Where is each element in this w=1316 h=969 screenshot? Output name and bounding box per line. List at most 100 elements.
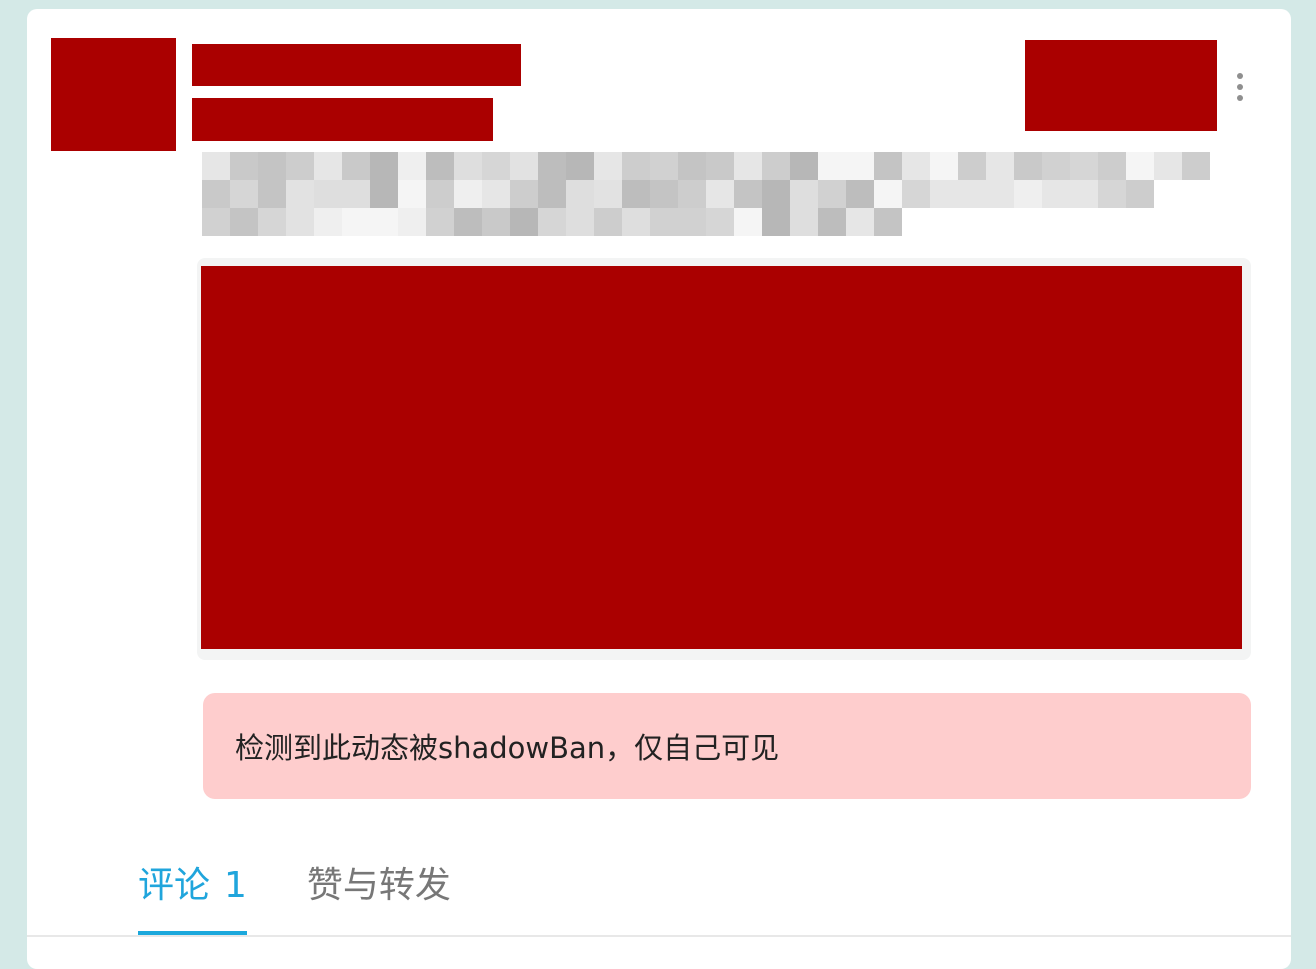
pixel-block [1098,152,1126,180]
pixel-block [622,152,650,180]
pixel-block [790,180,818,208]
pixel-block [258,208,286,236]
more-dot [1237,84,1243,90]
pixel-block [454,180,482,208]
pixel-block [678,180,706,208]
pixel-block [314,180,342,208]
pixel-block [734,180,762,208]
pixel-block [846,208,874,236]
pixel-block [1154,152,1182,180]
tab-likes-reposts[interactable]: 赞与转发 [307,857,451,935]
pixel-block [1014,180,1042,208]
pixel-block [874,180,902,208]
tab-comments[interactable]: 评论 1 [138,857,247,935]
pixel-block [1042,180,1070,208]
pixel-block [622,208,650,236]
pixel-block [426,152,454,180]
pixel-block [566,152,594,180]
avatar[interactable] [51,38,176,151]
more-options-button[interactable] [1230,67,1250,107]
pixel-block [398,152,426,180]
pixel-block [426,180,454,208]
pixel-block [790,208,818,236]
pixel-block [510,208,538,236]
shadowban-notice-text: 检测到此动态被shadowBan，仅自己可见 [235,731,780,765]
pixel-block [566,208,594,236]
more-dot [1237,95,1243,101]
pixel-block [650,152,678,180]
pixel-block [874,208,902,236]
pixel-block [342,208,370,236]
tab-comments-label: 评论 [138,865,211,906]
pixel-block [1042,152,1070,180]
pixel-block [286,208,314,236]
pixel-block [734,152,762,180]
pixel-block [370,208,398,236]
pixel-block [1070,152,1098,180]
pixel-block [398,208,426,236]
pixel-block [818,208,846,236]
pixel-block [706,152,734,180]
pixel-block [538,180,566,208]
tab-likes-reposts-label: 赞与转发 [306,865,451,906]
pixel-block [706,180,734,208]
pixel-block [678,208,706,236]
pixel-block [986,152,1014,180]
pixel-block [398,180,426,208]
shadowban-notice: 检测到此动态被shadowBan，仅自己可见 [203,693,1251,799]
pixel-block [790,152,818,180]
pixel-block [538,208,566,236]
pixel-block [230,152,258,180]
pixel-block [902,180,930,208]
pixel-block [762,152,790,180]
pixel-block [230,208,258,236]
pixel-block [202,180,230,208]
pixel-block [706,208,734,236]
pixel-block [930,180,958,208]
pixel-block [258,152,286,180]
pixel-block [762,180,790,208]
pixel-block [622,180,650,208]
pixel-block [594,208,622,236]
pixel-block [958,180,986,208]
author-name-redacted[interactable] [192,44,521,86]
pixel-block [650,180,678,208]
pixel-block [230,180,258,208]
post-meta-redacted [192,98,493,141]
pixel-block [1126,152,1154,180]
pixel-block [482,152,510,180]
pixel-block [454,152,482,180]
more-vertical-icon [1237,73,1243,79]
pixel-block [538,152,566,180]
pixel-block [594,152,622,180]
post-image-redacted[interactable] [201,266,1242,649]
pixel-block [202,208,230,236]
pixel-block [734,208,762,236]
pixel-block [454,208,482,236]
pixel-block [846,152,874,180]
pixel-block [426,208,454,236]
pixel-block [342,180,370,208]
pixel-block [566,180,594,208]
pixel-block [370,180,398,208]
post-media-container [197,258,1251,660]
pixel-block [902,152,930,180]
pixel-block [286,180,314,208]
pixel-block [1182,152,1210,180]
pixel-block [874,152,902,180]
pixel-block [678,152,706,180]
tab-comments-count: 1 [224,865,247,906]
pixel-block [818,152,846,180]
pixel-block [202,152,230,180]
pixel-block [986,180,1014,208]
tab-divider [27,935,1291,937]
pixel-block [482,208,510,236]
pixel-block [762,208,790,236]
pixel-block [342,152,370,180]
pixel-block [286,152,314,180]
pixel-block [930,152,958,180]
detail-tabs: 评论 1 赞与转发 [138,857,451,935]
post-text-pixelated [202,152,1242,242]
follow-button-redacted[interactable] [1025,40,1217,131]
pixel-block [1098,180,1126,208]
